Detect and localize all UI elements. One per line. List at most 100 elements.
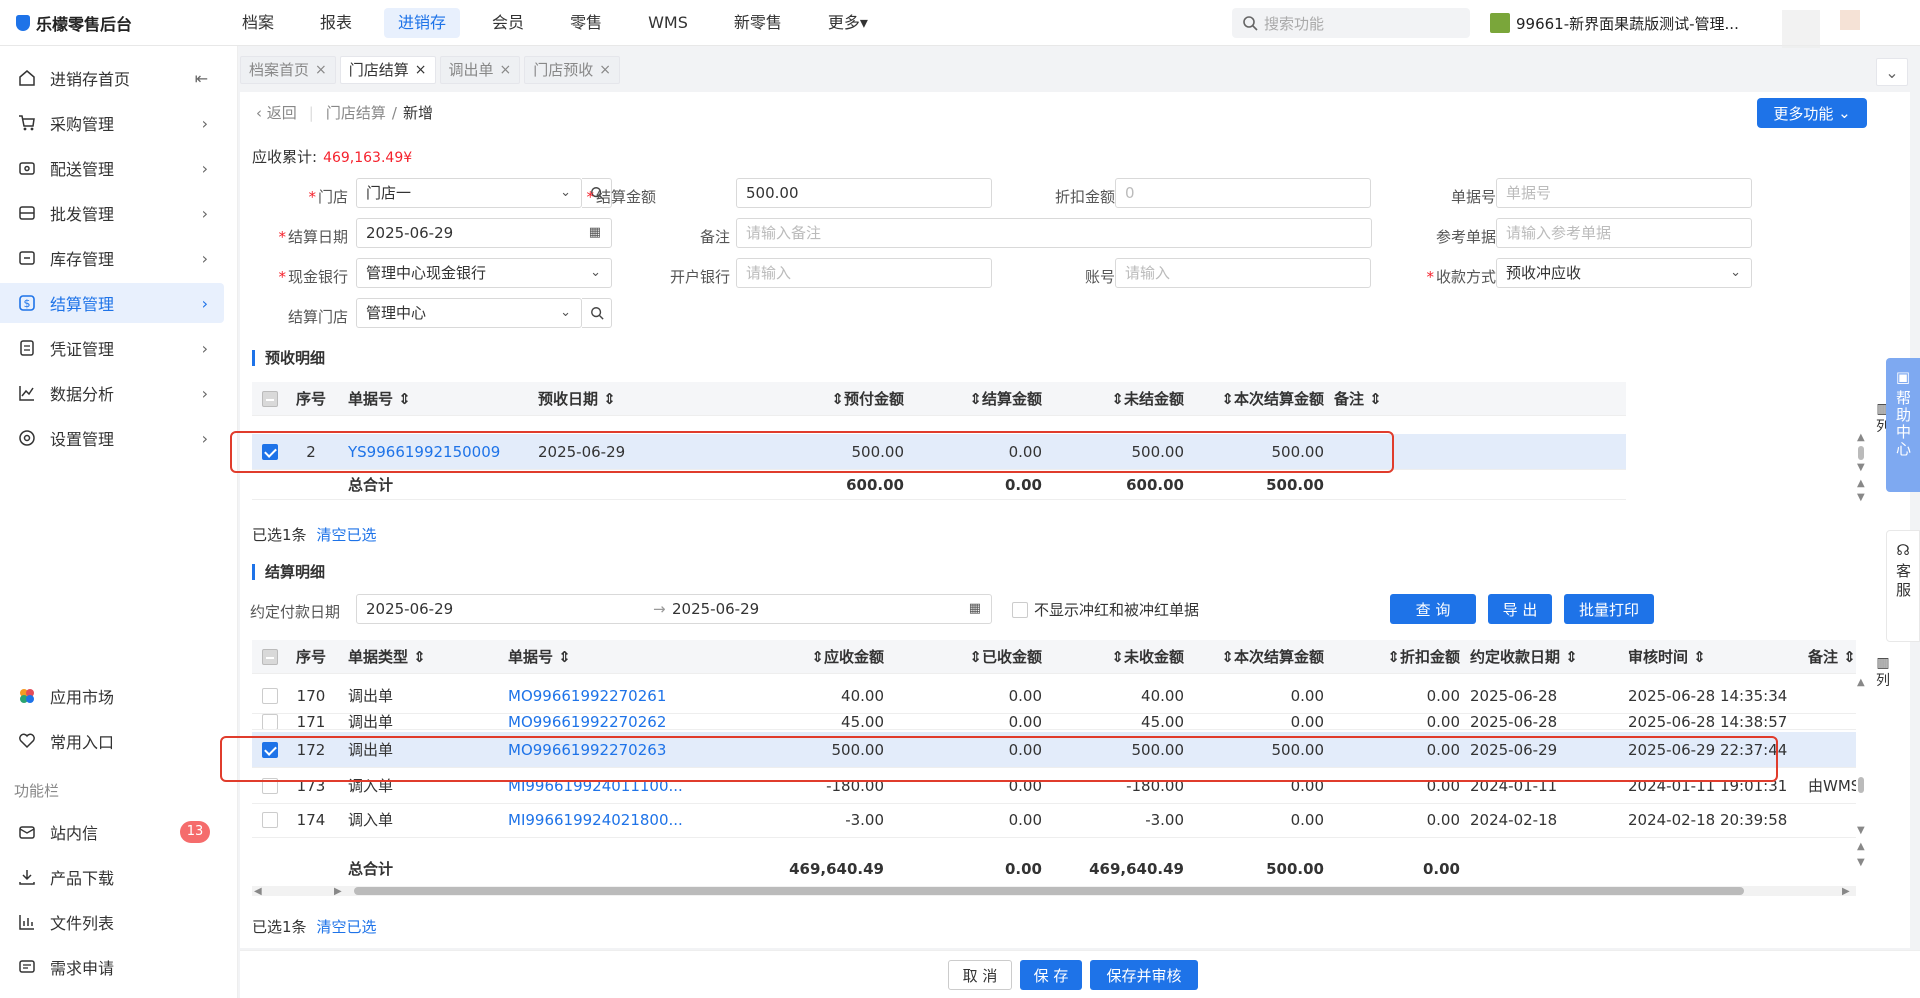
breadcrumb-parent[interactable]: 门店结算 bbox=[326, 102, 386, 123]
col-doc-no[interactable]: 单据号 ⇕ bbox=[508, 640, 571, 674]
scroll-right-icon[interactable]: ▶ bbox=[1842, 886, 1850, 897]
scroll-thumb[interactable] bbox=[1858, 446, 1864, 460]
col-remark[interactable]: 备注 ⇕ bbox=[1808, 640, 1856, 674]
sidebar-item-messages[interactable]: 站内信 13 bbox=[0, 812, 224, 852]
topnav-retail[interactable]: 零售 bbox=[556, 8, 616, 38]
sidebar-item-inventory-home[interactable]: 进销存首页 ⇤ bbox=[0, 58, 224, 98]
avatar[interactable] bbox=[1782, 10, 1820, 48]
col-unsettled-amount[interactable]: ⇕未结金额 bbox=[1052, 382, 1184, 416]
scroll-down-icon[interactable]: ▼ bbox=[1857, 492, 1865, 503]
sidebar-item-voucher[interactable]: 凭证管理 › bbox=[0, 328, 224, 368]
clear-selection-link[interactable]: 清空已选 bbox=[317, 918, 377, 936]
scroll-thumb[interactable] bbox=[1858, 777, 1864, 793]
scroll-up-icon[interactable]: ▲ bbox=[1857, 478, 1865, 489]
col-received-amount[interactable]: ⇕已收金额 bbox=[898, 640, 1042, 674]
close-icon[interactable]: × bbox=[500, 56, 512, 84]
column-settings-button[interactable]: ▥ 列 bbox=[1874, 654, 1892, 690]
settle-store-search-button[interactable] bbox=[582, 298, 612, 328]
tab-archive-home[interactable]: 档案首页 × bbox=[240, 56, 336, 84]
agreed-date-range-picker[interactable]: 2025-06-29 → 2025-06-29 ▦ bbox=[356, 594, 992, 624]
customer-service-button[interactable]: ☊ 客服 bbox=[1886, 530, 1920, 642]
settle-store-select[interactable]: 管理中心 ⌄ bbox=[356, 298, 582, 328]
sidebar-item-purchase[interactable]: 采购管理 › bbox=[0, 103, 224, 143]
export-button[interactable]: 导 出 bbox=[1488, 594, 1552, 624]
close-icon[interactable]: × bbox=[599, 56, 611, 84]
col-due-amount[interactable]: ⇕应收金额 bbox=[728, 640, 884, 674]
prepaid-vertical-scrollbar[interactable]: ▲ ▼ ▲ ▼ bbox=[1857, 432, 1865, 503]
more-functions-button[interactable]: 更多功能 ⌄ bbox=[1757, 98, 1867, 128]
topnav-archive[interactable]: 档案 bbox=[228, 8, 288, 38]
col-current-settle-amount[interactable]: ⇕本次结算金额 bbox=[1192, 640, 1324, 674]
ref-doc-input[interactable]: 请输入参考单据 bbox=[1496, 218, 1752, 248]
save-button[interactable]: 保 存 bbox=[1020, 960, 1082, 990]
sidebar-item-delivery[interactable]: 配送管理 › bbox=[0, 148, 224, 188]
tab-store-prepaid[interactable]: 门店预收 × bbox=[524, 56, 620, 84]
settle-horizontal-scrollbar[interactable]: ◀ ▶ ▶ bbox=[252, 886, 1856, 897]
col-current-settle-amount[interactable]: ⇕本次结算金额 bbox=[1192, 382, 1324, 416]
col-prepaid-date[interactable]: 预收日期 ⇕ bbox=[538, 382, 616, 416]
sidebar-item-file-list[interactable]: 文件列表 bbox=[0, 902, 224, 942]
row-checkbox[interactable] bbox=[262, 812, 278, 828]
col-unreceived-amount[interactable]: ⇕未收金额 bbox=[1052, 640, 1184, 674]
col-doc-no[interactable]: 单据号 ⇕ bbox=[348, 382, 411, 416]
tabs-dropdown-button[interactable]: ⌄ bbox=[1876, 58, 1908, 86]
clear-selection-link[interactable]: 清空已选 bbox=[317, 526, 377, 544]
scroll-down-icon[interactable]: ▼ bbox=[1857, 462, 1865, 473]
col-audit-time[interactable]: 审核时间 ⇕ bbox=[1628, 640, 1706, 674]
sidebar-item-downloads[interactable]: 产品下载 bbox=[0, 857, 224, 897]
open-bank-input[interactable]: 请输入 bbox=[736, 258, 992, 288]
settle-amount-input[interactable]: 500.00 bbox=[736, 178, 992, 208]
collapse-sidebar-icon[interactable]: ⇤ bbox=[195, 69, 208, 88]
sidebar-item-request[interactable]: 需求申请 bbox=[0, 947, 224, 987]
tab-store-settlement[interactable]: 门店结算 × bbox=[339, 56, 436, 84]
settle-vertical-scrollbar[interactable]: ▲ ▼ ▲ ▼ bbox=[1857, 677, 1865, 877]
close-icon[interactable]: × bbox=[415, 56, 427, 84]
account-input[interactable]: 请输入 bbox=[1115, 258, 1371, 288]
topnav-member[interactable]: 会员 bbox=[478, 8, 538, 38]
topnav-new-retail[interactable]: 新零售 bbox=[720, 8, 796, 38]
topnav-inventory[interactable]: 进销存 bbox=[384, 8, 461, 38]
scroll-down-icon[interactable]: ▼ bbox=[1857, 825, 1865, 836]
col-settled-amount[interactable]: ⇕结算金额 bbox=[918, 382, 1042, 416]
tab-transfer-out[interactable]: 调出单 × bbox=[439, 56, 521, 84]
scroll-right-icon[interactable]: ▶ bbox=[334, 886, 342, 897]
store-selector[interactable]: 99661-新界面果蔬版测试-管理... bbox=[1490, 12, 1739, 34]
close-icon[interactable]: × bbox=[315, 56, 327, 84]
sidebar-item-stock[interactable]: 库存管理 › bbox=[0, 238, 224, 278]
doc-no-input[interactable]: 单据号 bbox=[1496, 178, 1752, 208]
save-and-audit-button[interactable]: 保存并审核 bbox=[1090, 960, 1198, 990]
col-doc-type[interactable]: 单据类型 ⇕ bbox=[348, 640, 426, 674]
col-remark[interactable]: 备注 ⇕ bbox=[1334, 382, 1382, 416]
batch-print-button[interactable]: 批量打印 bbox=[1564, 594, 1654, 624]
cell-doc-no[interactable]: MI996619924021800... bbox=[508, 802, 688, 837]
topnav-wms[interactable]: WMS bbox=[634, 8, 702, 38]
hide-red-toggle[interactable]: 不显示冲红和被冲红单据 bbox=[1012, 599, 1199, 620]
sidebar-item-wholesale[interactable]: 批发管理 › bbox=[0, 193, 224, 233]
scroll-down-icon[interactable]: ▼ bbox=[1857, 857, 1865, 868]
cancel-button[interactable]: 取 消 bbox=[948, 960, 1012, 990]
cell-doc-no[interactable]: MO99661992270262 bbox=[508, 704, 688, 729]
discount-input[interactable]: 0 bbox=[1115, 178, 1371, 208]
back-link[interactable]: ‹ 返回 bbox=[256, 102, 297, 123]
hide-red-checkbox[interactable] bbox=[1012, 601, 1028, 618]
col-agreed-date[interactable]: 约定收款日期 ⇕ bbox=[1470, 640, 1578, 674]
scroll-up-icon[interactable]: ▲ bbox=[1857, 432, 1865, 443]
table-row[interactable]: 171 调出单 MO99661992270262 45.00 0.00 45.00 0.00… bbox=[252, 704, 1856, 730]
topnav-more[interactable]: 更多▾ bbox=[814, 8, 882, 38]
scroll-up-icon[interactable]: ▲ bbox=[1857, 841, 1865, 852]
app-logo[interactable]: 乐檬零售后台 bbox=[16, 12, 132, 34]
topnav-report[interactable]: 报表 bbox=[306, 8, 366, 38]
settle-date-picker[interactable]: 2025-06-29 ▦ bbox=[356, 218, 612, 248]
sidebar-item-favorites[interactable]: 常用入口 bbox=[0, 721, 224, 761]
cell-doc-no[interactable]: YS99661992150009 bbox=[348, 416, 500, 426]
sidebar-item-settlement[interactable]: $ 结算管理 › bbox=[0, 283, 224, 323]
select-all-checkbox[interactable] bbox=[262, 391, 278, 407]
scroll-up-icon[interactable]: ▲ bbox=[1857, 677, 1865, 688]
sidebar-item-settings[interactable]: 设置管理 › bbox=[0, 418, 224, 458]
col-discount-amount[interactable]: ⇕折扣金额 bbox=[1334, 640, 1460, 674]
query-button[interactable]: 查 询 bbox=[1390, 594, 1476, 624]
table-row[interactable]: 174 调入单 MI996619924021800... -3.00 0.00 -3.00… bbox=[252, 802, 1856, 838]
pay-method-select[interactable]: 预收冲应收 ⌄ bbox=[1496, 258, 1752, 288]
remark-input[interactable]: 请输入备注 bbox=[736, 218, 1372, 248]
sidebar-item-app-market[interactable]: 应用市场 bbox=[0, 676, 224, 716]
